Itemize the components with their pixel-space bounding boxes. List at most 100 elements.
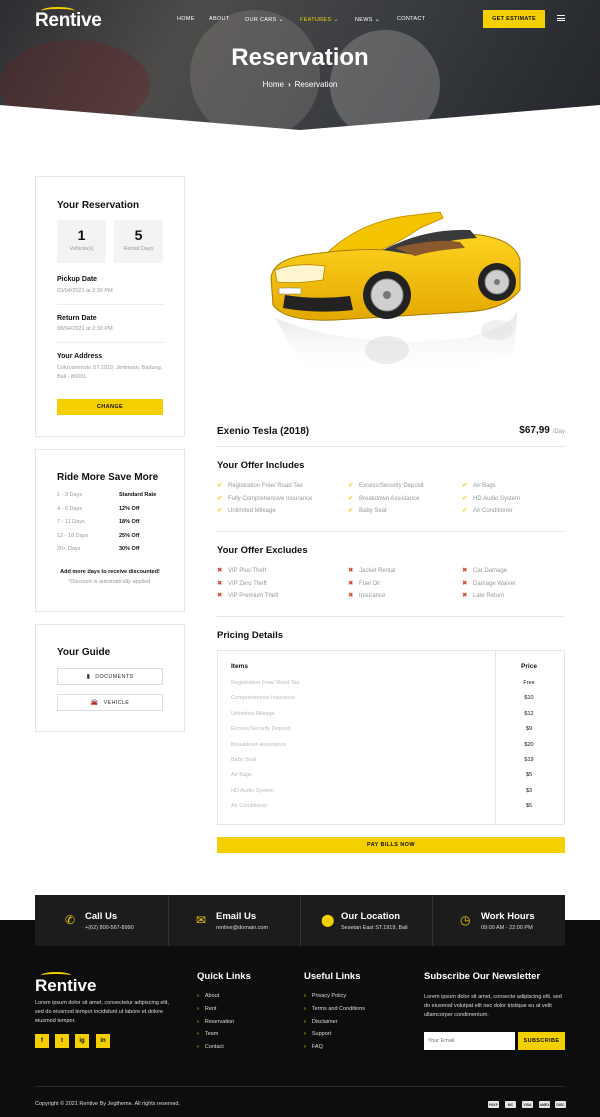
clock-icon: ◷ (460, 913, 471, 927)
contact-title: Our Location (341, 911, 401, 922)
breadcrumb-home[interactable]: Home (263, 80, 284, 89)
cross-icon: ✖ (348, 567, 354, 574)
footer-link[interactable]: › Reservation (197, 1019, 234, 1025)
nav-home[interactable]: HOME (177, 16, 195, 22)
footer-link[interactable]: › Terms and Conditions (304, 1006, 365, 1012)
documents-button[interactable]: ▮ DOCUMENTS (57, 668, 163, 685)
subscribe-button[interactable]: SUBSCRIBE (518, 1032, 565, 1050)
feature-label: VIP Premium Theft (228, 593, 279, 599)
nav-contact[interactable]: CONTACT (397, 16, 425, 22)
footer-link[interactable]: › Contact (197, 1044, 224, 1050)
nav-features[interactable]: FEATURES ⌄ (300, 16, 339, 23)
contact-title: Work Hours (481, 911, 535, 922)
newsletter-email-input[interactable] (424, 1032, 515, 1050)
car-name: Exenio Tesla (2018) (217, 426, 310, 437)
footer-about: Lorem ipsum dolor sit amet, consectetur … (35, 1000, 169, 1024)
footer-link[interactable]: › Rent (197, 1006, 216, 1012)
cross-icon: ✖ (462, 592, 468, 599)
feature-label: Registration Free/ Road Tax (228, 483, 303, 489)
chevron-right-icon: › (197, 1018, 199, 1025)
pricing-item: Breakdown Assistance (231, 741, 287, 748)
cross-icon: ✖ (462, 579, 468, 587)
excluded-item: ✖ Insurance (348, 591, 385, 599)
cross-icon: ✖ (348, 579, 354, 587)
contact-title: Call Us (85, 911, 118, 922)
contact-title: Email Us (216, 911, 257, 922)
footer-link-label: Rent (204, 1005, 217, 1012)
chevron-down-icon: ⌄ (333, 17, 339, 23)
rental-days-label: Rental Days (123, 246, 154, 252)
guide-title: Your Guide (57, 647, 111, 658)
cross-icon: ✖ (348, 592, 354, 599)
logo[interactable]: Rentive (35, 7, 102, 32)
useful-links-title: Useful Links (304, 971, 361, 982)
footer-link[interactable]: › Team (197, 1031, 218, 1037)
page: { "header": { "logo": "Rentive", "nav": … (0, 0, 600, 1117)
check-icon: ✔ (462, 494, 468, 502)
contact-sub[interactable]: +(62) 800-567-8990 (85, 925, 134, 931)
twitter-icon[interactable]: t (55, 1034, 69, 1048)
newsletter-text: Lorem ipsum dolor sit amet, consecte adi… (424, 994, 562, 1018)
facebook-icon[interactable]: f (35, 1034, 49, 1048)
chevron-right-icon: › (197, 1044, 199, 1051)
feature-label: HD Audio System (473, 495, 521, 502)
feature-label: Car Damage (473, 568, 508, 574)
feature-label: Excess/Security Deposit (359, 483, 424, 489)
footer-link[interactable]: › About (197, 993, 219, 999)
nav-about[interactable]: ABOUT (209, 16, 229, 22)
included-item: ✔ Excess/Security Deposit (348, 481, 424, 489)
excluded-item: ✖ VIP Zero Theft (217, 579, 267, 587)
pricing-title: Pricing Details (217, 630, 283, 641)
get-estimate-button[interactable]: GET ESTIMATE (483, 10, 545, 28)
excluded-item: ✖ VIP Plus Theft (217, 566, 266, 574)
cross-icon: ✖ (217, 592, 223, 599)
pricing-price: $12 (524, 710, 534, 717)
vehicle-button[interactable]: 🚘 VEHICLE (57, 694, 163, 711)
pay-bills-button[interactable]: PAY BILLS NOW (217, 837, 565, 853)
page-title: Reservation (231, 44, 369, 71)
rental-days-count: 5 (134, 227, 143, 243)
reservation-title: Your Reservation (57, 200, 140, 211)
vehicles-label: Vehicle(s) (69, 246, 94, 252)
excluded-item: ✖ Damage Waiver (462, 579, 516, 587)
linkedin-icon[interactable]: in (96, 1034, 110, 1048)
contact-sub[interactable]: rentive@domain.com (216, 925, 268, 931)
cross-icon: ✖ (217, 567, 223, 574)
pricing-item: Air Bags (231, 772, 252, 779)
feature-label: Insurance (359, 593, 386, 599)
discount-days: 7 - 11 Days (57, 519, 85, 525)
instagram-icon[interactable]: ig (75, 1034, 89, 1048)
pricing-header-price: Price (521, 663, 537, 670)
chevron-right-icon: › (197, 993, 199, 999)
chevron-right-icon: › (197, 1005, 199, 1012)
change-button[interactable]: CHANGE (57, 399, 163, 415)
pricing-item: Excess/Security Deposit (231, 726, 291, 733)
discount-days: 1 - 3 Days (57, 492, 83, 498)
pricing-price: Free (523, 680, 535, 686)
excludes-title: Your Offer Excludes (217, 545, 308, 556)
footer-logo[interactable]: Rentive (35, 972, 96, 996)
footer-link-label: Team (204, 1031, 219, 1038)
included-item: ✔ HD Audio System (462, 494, 520, 502)
footer-link[interactable]: › Support (304, 1031, 331, 1037)
footer-link-label: Support (311, 1031, 332, 1038)
contact-sub: Sesetan East ST.1919, Bali (341, 925, 408, 931)
footer-link[interactable]: › FAQ (304, 1044, 323, 1050)
footer-link[interactable]: › Disclaimer (304, 1019, 338, 1025)
footer-link[interactable]: › Privacy Policy (304, 993, 346, 999)
cross-icon: ✖ (217, 579, 223, 587)
nav-news-label: NEWS (355, 17, 373, 23)
nav-our-cars[interactable]: OUR CARS ⌄ (245, 16, 284, 23)
amex-icon: AMEX (539, 1101, 550, 1108)
pricing-price: $5 (525, 803, 533, 810)
nav-news[interactable]: NEWS ⌄ (355, 16, 380, 23)
hamburger-menu-icon[interactable] (557, 15, 565, 21)
quick-links-title: Quick Links (197, 971, 251, 982)
newsletter-title: Subscribe Our Newsletter (424, 971, 541, 982)
excluded-item: ✖ Fuel Oil (348, 579, 380, 587)
feature-label: Jacket Rental (359, 568, 396, 574)
check-icon: ✔ (217, 482, 223, 489)
feature-label: Fuel Oil (359, 580, 380, 587)
breadcrumb: Home › Reservation (0, 80, 600, 89)
ride-more-card: Ride More Save More 1 - 3 Days Standard R… (35, 449, 185, 612)
